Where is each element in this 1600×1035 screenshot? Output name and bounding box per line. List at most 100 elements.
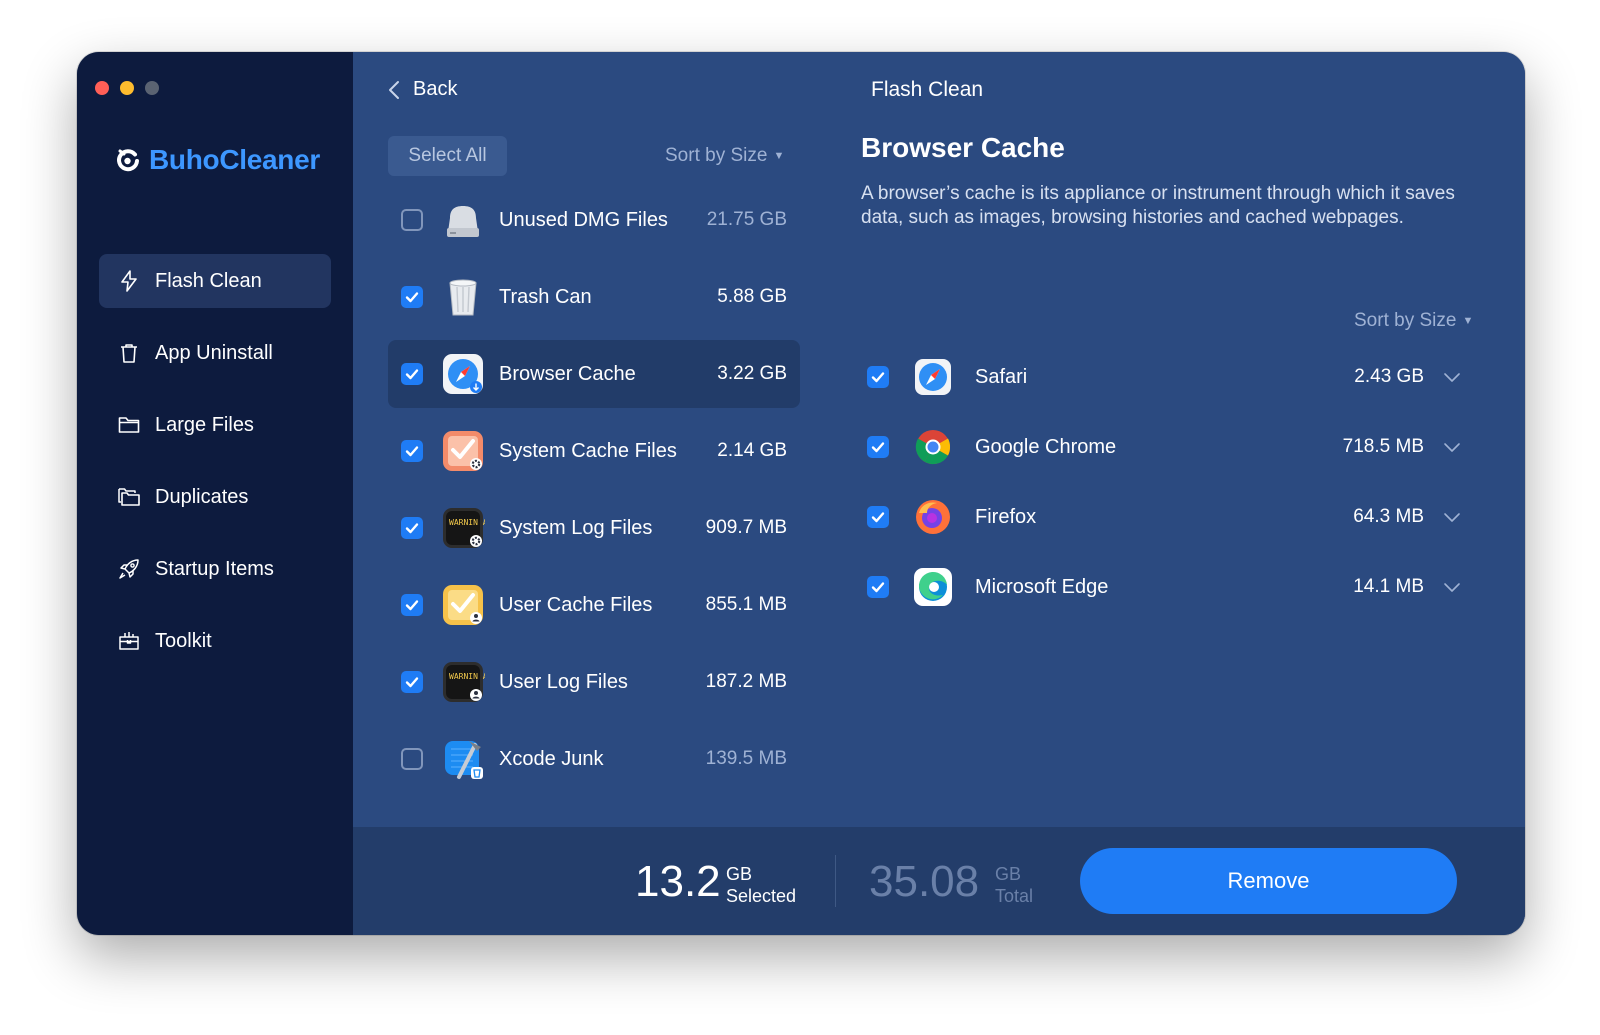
list-item[interactable]: Safari 2.43 GB [861,352,1461,402]
sort-by-size-dropdown[interactable]: Sort by Size ▼ [1354,310,1473,332]
rocket-icon [119,559,139,579]
caret-down-icon: ▼ [773,149,785,162]
item-size: 909.7 MB [705,517,787,538]
caret-down-icon: ▼ [1462,314,1474,327]
sidebar-item-duplicates[interactable]: Duplicates [99,470,331,524]
sidebar-item-app-uninstall[interactable]: App Uninstall [99,326,331,380]
list-item[interactable]: Browser Cache 3.22 GB [388,340,800,408]
sidebar-item-label: Flash Clean [155,269,262,292]
sidebar-item-toolkit[interactable]: Toolkit [99,614,331,668]
browser-list: Safari 2.43 GB Google Chrome 718.5 MB Fi… [861,352,1461,632]
chevron-down-icon[interactable] [1443,441,1461,453]
trash-can-icon [449,279,477,316]
checkbox[interactable] [401,517,423,539]
category-list: Unused DMG Files 21.75 GB Trash Can 5.88… [388,186,800,802]
browser-size: 2.43 GB [1354,366,1424,387]
browser-size: 14.1 MB [1353,576,1424,597]
chevron-down-icon[interactable] [1443,371,1461,383]
sort-by-size-dropdown[interactable]: Sort by Size ▼ [665,145,784,167]
item-size: 187.2 MB [705,671,787,692]
back-button[interactable]: Back [385,78,457,101]
chrome-icon [915,430,951,465]
minimize-button[interactable] [120,81,134,95]
list-item[interactable]: Google Chrome 718.5 MB [861,422,1461,472]
console-user-icon: WARNIN AY 7:3 [443,662,485,702]
sidebar-item-flash-clean[interactable]: Flash Clean [99,254,331,308]
page-title: Flash Clean [871,78,984,101]
chevron-down-icon[interactable] [1443,581,1461,593]
checkbox[interactable] [401,748,423,770]
list-item[interactable]: User Cache Files 855.1 MB [388,571,800,639]
select-all-button[interactable]: Select All [388,136,507,176]
checkbox[interactable] [867,366,889,388]
selected-size-value: 13.2 [635,857,721,906]
list-item[interactable]: Trash Can 5.88 GB [388,263,800,331]
main-area: Back Flash Clean Select All Sort by Size… [353,52,1525,935]
sidebar-item-label: Large Files [155,413,254,436]
list-item[interactable]: Microsoft Edge 14.1 MB [861,562,1461,612]
duplicate-folder-icon [118,488,140,506]
checkbox[interactable] [867,506,889,528]
sidebar-item-label: Startup Items [155,557,274,580]
sidebar-item-startup-items[interactable]: Startup Items [99,542,331,596]
back-label: Back [413,78,458,100]
browser-label: Google Chrome [975,435,1117,458]
browser-size: 718.5 MB [1342,436,1424,457]
window-controls [95,81,159,95]
footer-bar: 13.2 GB Selected 35.08 GB Total Remove [353,827,1525,935]
checkbox[interactable] [867,436,889,458]
checkbox[interactable] [401,671,423,693]
item-size: 2.14 GB [717,440,787,461]
list-item[interactable]: WARNIN AY 7:3 User Log Files 187.2 MB [388,648,800,716]
folder-icon [118,417,140,433]
item-size: 855.1 MB [705,594,787,615]
chevron-down-icon[interactable] [1443,511,1461,523]
list-item[interactable]: System Cache Files 2.14 GB [388,417,800,485]
app-window: BuhoCleaner Flash Clean App Uninstall La… [77,52,1525,935]
console-text: WARNIN AY 7:3 [449,518,485,527]
browser-label: Microsoft Edge [975,575,1109,598]
list-item[interactable]: Unused DMG Files 21.75 GB [388,186,800,254]
checkbox[interactable] [401,209,423,231]
checkbox[interactable] [867,576,889,598]
total-size-value: 35.08 [869,857,980,906]
item-size: 5.88 GB [717,286,787,307]
sort-label: Sort by Size [1354,310,1457,331]
list-item[interactable]: Xcode Junk 139.5 MB [388,725,800,793]
detail-description: A browser’s cache is its appliance or in… [861,183,1455,228]
brand-name: BuhoCleaner [149,144,320,175]
sidebar-item-label: Toolkit [155,629,212,652]
checkbox[interactable] [401,286,423,308]
sidebar-item-large-files[interactable]: Large Files [99,398,331,452]
brand: BuhoCleaner [115,144,320,176]
sidebar-item-label: App Uninstall [155,341,273,364]
system-cache-icon [443,431,483,471]
trash-icon [121,344,137,363]
total-label: Total [995,886,1034,906]
zoom-button[interactable] [145,81,159,95]
sidebar: BuhoCleaner Flash Clean App Uninstall La… [77,52,353,935]
console-gear-icon: WARNIN AY 7:3 [443,508,485,548]
sidebar-item-label: Duplicates [155,485,249,508]
selected-size-unit: GB Selected [726,863,796,907]
chevron-left-icon [389,80,399,99]
checkbox[interactable] [401,594,423,616]
toolbox-icon [119,632,139,650]
browser-label: Firefox [975,505,1037,528]
disk-image-icon [447,206,479,237]
detail-title: Browser Cache [861,132,1065,163]
list-item[interactable]: WARNIN AY 7:3 System Log Files 909.7 MB [388,494,800,562]
close-button[interactable] [95,81,109,95]
xcode-icon [445,741,483,779]
checkbox[interactable] [401,363,423,385]
sidebar-nav: Flash Clean App Uninstall Large Files Du… [99,254,331,686]
item-size: 21.75 GB [706,209,787,230]
list-item[interactable]: Firefox 64.3 MB [861,492,1461,542]
edge-icon [914,568,952,606]
safari-icon [915,359,951,395]
remove-button[interactable]: Remove [1080,848,1457,914]
selected-label: Selected [726,886,797,906]
checkbox[interactable] [401,440,423,462]
total-size-unit: GB Total [995,863,1033,907]
buho-logo-icon [117,149,139,172]
